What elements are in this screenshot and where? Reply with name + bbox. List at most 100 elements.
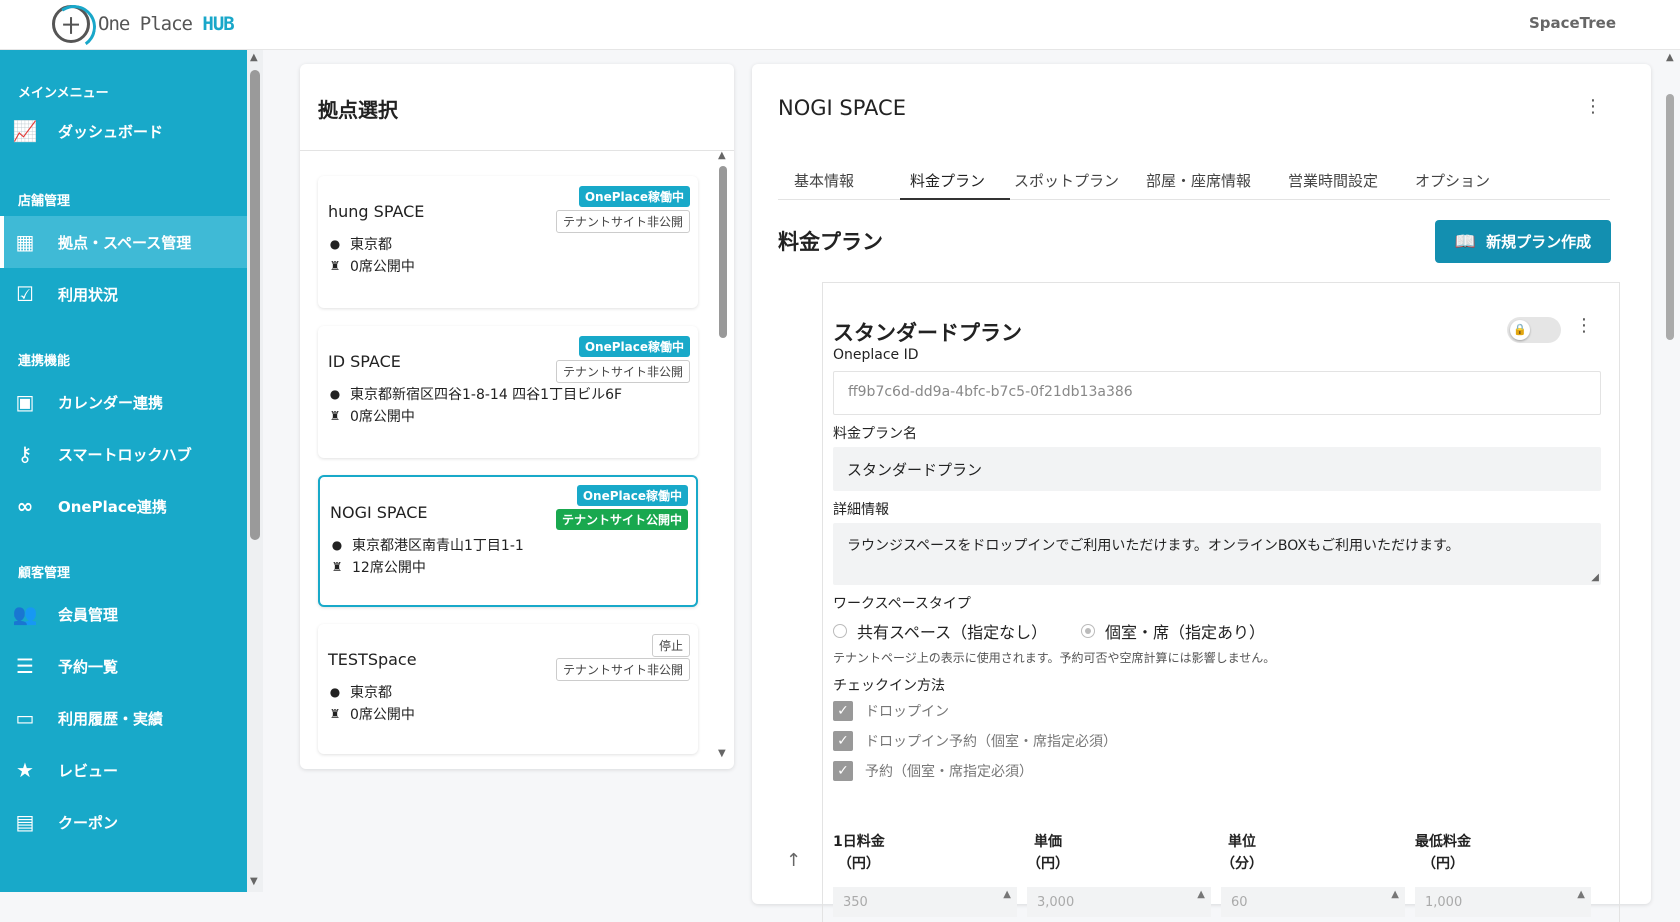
location-selector-title: 拠点選択 (318, 98, 398, 122)
app-logo[interactable]: 十 One Place HUB (52, 4, 252, 44)
logo-mark-icon: 十 (52, 5, 90, 43)
location-card-nogi[interactable]: OnePlace稼働中 テナントサイト公開中 NOGI SPACE ● 東京都港区… (318, 475, 698, 607)
sidebar-item-coupons[interactable]: ▤ クーポン (0, 796, 247, 848)
sidebar-item-members[interactable]: 👥 会員管理 (0, 588, 247, 640)
scroll-up-icon[interactable]: ▲ (1666, 52, 1674, 63)
account-name[interactable]: SpaceTree (1529, 14, 1616, 32)
workspace-type-label: ワークスペースタイプ (833, 596, 971, 612)
star-icon: ★ (16, 758, 34, 782)
tab-spot-plans[interactable]: スポットプラン (1014, 170, 1119, 191)
location-detail-title: NOGI SPACE (778, 96, 906, 120)
sidebar-scroll-thumb[interactable] (250, 70, 260, 540)
detail-tabs: 基本情報 料金プラン スポットプラン 部屋・座席情報 営業時間設定 オプション (778, 160, 1610, 200)
credit-card-icon: ▭ (15, 706, 35, 730)
plan-card: スタンダードプラン 🔒 ⋮ Oneplace ID ff9b7c6d-dd9a-… (822, 282, 1620, 922)
oneplace-id-label: Oneplace ID (833, 347, 919, 363)
location-seats: 0席公開中 (350, 707, 415, 723)
location-card-test[interactable]: 停止 テナントサイト非公開 TESTSpace ● 東京都 ♜ 0席公開中 (318, 624, 698, 754)
sidebar-item-dashboard[interactable]: 📈 ダッシュボード (0, 105, 247, 157)
chart-line-icon: 📈 (12, 119, 38, 143)
radio-dot (833, 624, 847, 638)
map-pin-icon: ● (329, 387, 341, 401)
sidebar-item-reviews[interactable]: ★ レビュー (0, 744, 247, 796)
location-seats: 0席公開中 (350, 409, 415, 425)
scroll-up-icon[interactable]: ▲ (250, 52, 258, 63)
location-address: 東京都 (350, 237, 392, 253)
link-icon: ∞ (16, 494, 34, 518)
plan-name-field[interactable]: スタンダードプラン (833, 447, 1601, 491)
spinner-up-icon[interactable]: ▲ (1197, 889, 1205, 900)
spinner-up-icon[interactable]: ▲ (1391, 889, 1399, 900)
detail-info-textarea[interactable]: ラウンジスペースをドロップインでご利用いただけます。オンラインBOXもご利用いた… (833, 523, 1601, 585)
unit-price-label: 単価 （円） (1027, 834, 1069, 872)
unit-label: 単位 （分） (1221, 834, 1263, 872)
plan-name-label: 料金プラン名 (833, 426, 917, 442)
main-scrollbar[interactable]: ▲ (1662, 50, 1680, 892)
sidebar-item-oneplace[interactable]: ∞ OnePlace連携 (0, 480, 247, 532)
users-icon: 👥 (12, 602, 38, 626)
plan-more-options-icon[interactable]: ⋮ (1575, 317, 1593, 335)
checkbox-dropin[interactable]: ✓ ドロップイン (833, 701, 949, 721)
spinner-up-icon[interactable]: ▲ (1003, 889, 1011, 900)
location-card-id[interactable]: OnePlace稼働中 テナントサイト非公開 ID SPACE ● 東京都新宿区四… (318, 326, 698, 458)
location-list-scrollbar[interactable]: ▲ ▼ (716, 150, 730, 762)
check-icon: ✓ (833, 731, 853, 751)
lock-icon: 🔒 (1510, 320, 1530, 340)
tab-options[interactable]: オプション (1415, 170, 1490, 191)
sidebar-item-reservations[interactable]: ☰ 予約一覧 (0, 640, 247, 692)
more-options-icon[interactable]: ⋮ (1584, 98, 1602, 116)
map-pin-icon: ● (329, 685, 341, 699)
radio-shared-space[interactable]: 共有スペース（指定なし） (833, 619, 1047, 643)
checkbox-dropin-reservation[interactable]: ✓ ドロップイン予約（個室・席指定必須） (833, 731, 1117, 751)
seat-icon: ♜ (331, 560, 343, 574)
daily-rate-label: 1日料金 （円） (833, 834, 885, 872)
seat-icon: ♜ (329, 409, 341, 423)
status-badge: OnePlace稼働中 (576, 485, 688, 506)
spinner-up-icon[interactable]: ▲ (1577, 889, 1585, 900)
main-scroll-thumb[interactable] (1666, 94, 1674, 340)
workspace-type-note: テナントページ上の表示に使用されます。予約可否や空席計算には影響しません。 (833, 651, 1276, 665)
building-icon: ▦ (15, 230, 35, 254)
new-plan-button[interactable]: 📖 新規プラン作成 (1435, 220, 1611, 263)
list-icon: ☰ (16, 654, 34, 678)
scroll-down-icon[interactable]: ▼ (718, 748, 726, 759)
location-name: ID SPACE (328, 352, 401, 371)
calendar-check-icon: ☑ (16, 282, 34, 306)
sidebar: メインメニュー 📈 ダッシュボード 店舗管理 ▦ 拠点・スペース管理 ☑ 利用状況 連… (0, 50, 263, 892)
tab-rooms-seats[interactable]: 部屋・座席情報 (1146, 170, 1251, 191)
scroll-up-icon[interactable]: ▲ (718, 150, 726, 161)
location-address: 東京都新宿区四谷1-8-14 四谷1丁目ビル6F (350, 387, 623, 403)
section-integrations: 連携機能 (18, 354, 71, 369)
status-badge: OnePlace稼働中 (578, 336, 690, 357)
map-pin-icon: ● (331, 538, 343, 552)
location-list-scroll-thumb[interactable] (719, 166, 727, 338)
min-price-label: 最低料金 （円） (1415, 834, 1471, 872)
sidebar-item-calendar[interactable]: ▣ カレンダー連携 (0, 376, 247, 428)
oneplace-id-field[interactable]: ff9b7c6d-dd9a-4bfc-b7c5-0f21db13a386 (833, 371, 1601, 415)
status-badge: テナントサイト公開中 (555, 509, 688, 530)
location-card-hung[interactable]: OnePlace稼働中 テナントサイト非公開 hung SPACE ● 東京都 ♜… (318, 176, 698, 308)
scroll-down-icon[interactable]: ▼ (250, 876, 258, 887)
radio-private-room[interactable]: 個室・席（指定あり） (1081, 619, 1265, 643)
plan-lock-toggle[interactable]: 🔒 (1507, 317, 1561, 343)
checkbox-reservation[interactable]: ✓ 予約（個室・席指定必須） (833, 761, 1033, 781)
location-name: hung SPACE (328, 202, 425, 221)
map-pin-icon: ● (329, 237, 341, 251)
sidebar-item-locations[interactable]: ▦ 拠点・スペース管理 (0, 216, 247, 268)
check-icon: ✓ (833, 701, 853, 721)
location-selector-card: 拠点選択 OnePlace稼働中 テナントサイト非公開 hung SPACE ●… (300, 64, 734, 769)
tab-business-hours[interactable]: 営業時間設定 (1288, 170, 1378, 191)
sidebar-item-usage[interactable]: ☑ 利用状況 (0, 268, 247, 320)
section-customers: 顧客管理 (18, 566, 71, 581)
scroll-to-top-icon[interactable]: ↑ (786, 850, 801, 871)
tab-basic-info[interactable]: 基本情報 (794, 170, 854, 191)
active-tab-indicator (900, 198, 1010, 200)
book-open-icon: 📖 (1454, 231, 1477, 252)
resize-handle-icon[interactable]: ◢ (1591, 572, 1599, 583)
sidebar-scrollbar[interactable]: ▲ ▼ (247, 50, 263, 892)
status-badge: テナントサイト非公開 (555, 360, 690, 383)
status-badge: 停止 (651, 634, 690, 657)
sidebar-item-smartlock[interactable]: ⚷ スマートロックハブ (0, 428, 247, 480)
sidebar-item-history[interactable]: ▭ 利用履歴・実績 (0, 692, 247, 744)
tab-price-plans[interactable]: 料金プラン (910, 170, 985, 191)
